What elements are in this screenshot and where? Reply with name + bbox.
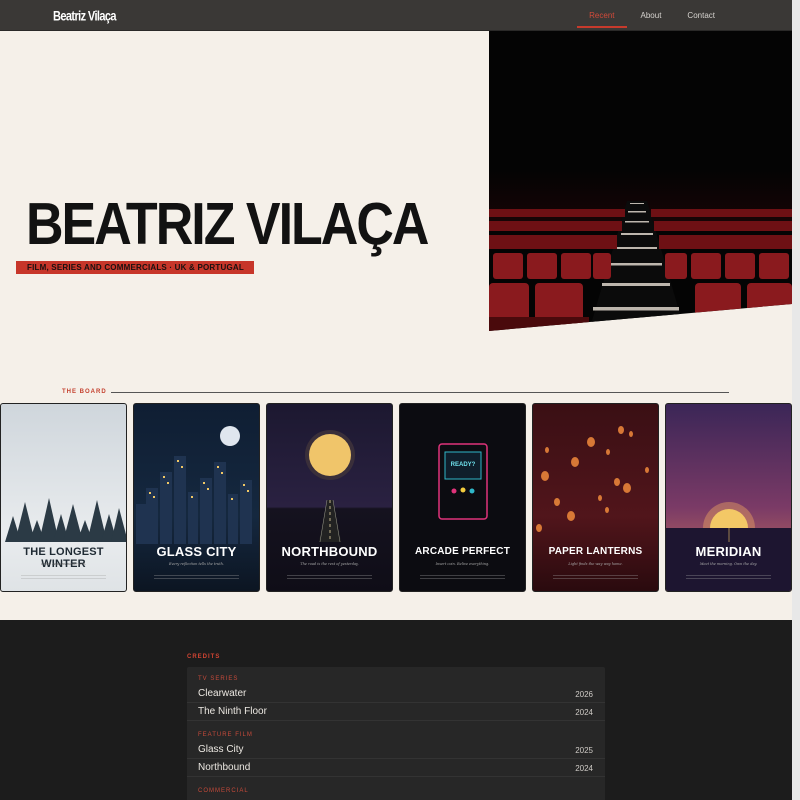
credit-row[interactable]: Clearwater 2026 [187, 685, 605, 703]
poster-tagline: Light finds the way way home. [568, 562, 623, 566]
credit-title: Clearwater [198, 688, 247, 699]
page-scrollbar[interactable] [792, 0, 800, 800]
credit-row[interactable]: Northbound 2024 [187, 759, 605, 777]
nav-item-about[interactable]: About [628, 0, 675, 31]
poster-paper-lanterns[interactable]: PAPER LANTERNS Light finds the way way h… [532, 403, 659, 592]
poster-board: THE LONGEST WINTER Some seasons never en… [0, 403, 792, 593]
credits-category: COMMERCIAL [198, 788, 249, 794]
poster-northbound[interactable]: NORTHBOUND The road is the rest of yeste… [266, 403, 393, 592]
poster-tagline: Some seasons never end. [41, 562, 86, 566]
poster-title: PAPER LANTERNS [548, 546, 643, 557]
poster-tagline: Every reflection tells the truth. [168, 562, 225, 566]
poster-meridian[interactable]: MERIDIAN Meet the morning. Own the day. [665, 403, 792, 592]
poster-the-longest-winter[interactable]: THE LONGEST WINTER Some seasons never en… [0, 403, 127, 592]
main-nav: Recent About Contact [576, 0, 728, 31]
poster-title: THE LONGEST WINTER [23, 546, 104, 570]
credits-section-label: CREDITS [187, 654, 221, 660]
poster-tagline: Insert coin. Relive everything. [435, 562, 490, 566]
poster-glass-city[interactable]: GLASS CITY Every reflection tells the tr… [133, 403, 260, 592]
nav-item-recent[interactable]: Recent [576, 0, 627, 31]
credit-row[interactable]: Glass City 2025 [187, 741, 605, 759]
credit-title: The Ninth Floor [198, 706, 267, 717]
poster-title: NORTHBOUND [281, 544, 378, 559]
credit-title: Glass City [198, 744, 244, 755]
credit-title: Northbound [198, 762, 251, 773]
board-section-label: THE BOARD [62, 389, 107, 395]
poster-tagline: The road is the rest of yesterday. [300, 562, 359, 566]
poster-arcade-perfect[interactable]: READY? ARCADE PERFECT Insert coin. Reliv… [399, 403, 526, 592]
hero-tagline: FILM, SERIES AND COMMERCIALS · UK & PORT… [16, 261, 254, 274]
credit-year: 2024 [575, 764, 593, 773]
credit-row[interactable]: The Ninth Floor 2024 [187, 703, 605, 721]
credits-category: FEATURE FILM [198, 732, 253, 738]
brand-logo[interactable]: Beatriz Vilaça [53, 9, 117, 24]
poster-title: ARCADE PERFECT [414, 546, 511, 557]
credit-year: 2025 [575, 746, 593, 755]
hero-section: BEATRIZ VILAÇA FILM, SERIES AND COMMERCI… [0, 31, 792, 361]
top-navigation-bar: Beatriz Vilaça Recent About Contact [0, 0, 792, 31]
poster-tagline: Meet the morning. Own the day. [699, 562, 758, 566]
poster-title: GLASS CITY [156, 544, 237, 559]
board-divider [111, 392, 729, 393]
nav-item-contact[interactable]: Contact [674, 0, 728, 31]
hero-title: BEATRIZ VILAÇA [26, 191, 429, 258]
credits-category: TV SERIES [198, 676, 239, 682]
arcade-screen-text: READY? [450, 462, 476, 468]
credit-year: 2024 [575, 708, 593, 717]
poster-title: MERIDIAN [695, 544, 762, 559]
credit-year: 2026 [575, 690, 593, 699]
cinema-seats-image [489, 31, 792, 331]
credits-list: TV SERIES Clearwater 2026 The Ninth Floo… [187, 667, 605, 800]
page: Beatriz Vilaça Recent About Contact BEAT… [0, 0, 792, 800]
